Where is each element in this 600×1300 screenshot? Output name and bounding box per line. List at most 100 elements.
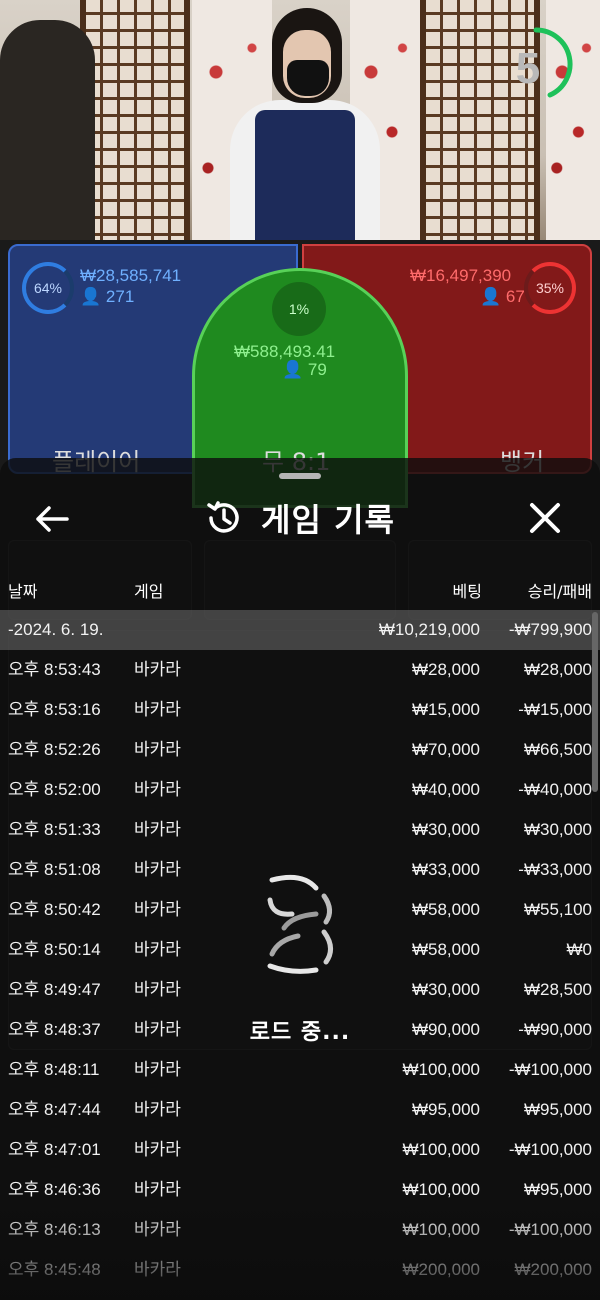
player-count-value: 271 <box>105 287 135 306</box>
row-result: ₩200,000 <box>514 1260 593 1279</box>
column-header-result[interactable]: 승리/패배 <box>490 578 592 602</box>
row-game: 바카라 <box>134 940 181 959</box>
dealer-mask <box>287 60 329 96</box>
row-bet: ₩95,000 <box>411 1100 480 1119</box>
banker-count-value: 67 <box>505 287 525 306</box>
history-row[interactable]: 오후 8:51:33 바카라 ₩30,000 ₩30,000 <box>0 810 600 850</box>
sheet-drag-handle[interactable] <box>279 473 321 479</box>
row-time: 오후 8:53:43 <box>8 660 101 679</box>
history-row[interactable]: 오후 8:47:44 바카라 ₩95,000 ₩95,000 <box>0 1090 600 1130</box>
history-row[interactable]: 오후 8:46:36 바카라 ₩100,000 ₩95,000 <box>0 1170 600 1210</box>
banker-total-bet: ₩16,497,390 <box>410 266 512 285</box>
row-time: 오후 8:48:11 <box>8 1060 100 1079</box>
history-row[interactable]: 오후 8:45:48 바카라 ₩200,000 ₩200,000 <box>0 1250 600 1290</box>
row-game: 바카라 <box>134 980 181 999</box>
player-count: 👤 271 <box>80 287 134 307</box>
banker-percent: 35% <box>524 262 576 314</box>
lattice-screen <box>80 0 190 250</box>
row-game: 바카라 <box>134 900 181 919</box>
row-time: 오후 8:50:42 <box>8 900 101 919</box>
row-result: -₩33,000 <box>518 860 592 879</box>
row-game: 바카라 <box>134 660 181 679</box>
row-game: 바카라 <box>134 1060 181 1079</box>
countdown-timer: 5 <box>515 44 541 93</box>
history-row[interactable]: 오후 8:53:16 바카라 ₩15,000 -₩15,000 <box>0 690 600 730</box>
row-game: 바카라 <box>134 1260 181 1279</box>
history-row[interactable]: 오후 8:48:11 바카라 ₩100,000 -₩100,000 <box>0 1050 600 1090</box>
row-bet: ₩40,000 <box>411 780 480 799</box>
panel-title: 게임 기록 <box>261 501 395 539</box>
loading-text: 로드 중... <box>249 1020 351 1045</box>
row-time: 오후 8:45:48 <box>8 1260 101 1279</box>
row-result: -₩40,000 <box>518 780 592 799</box>
group-bet-total: ₩10,219,000 <box>378 620 480 639</box>
column-header-game[interactable]: 게임 <box>134 578 163 602</box>
column-header-bet[interactable]: 베팅 <box>410 578 482 602</box>
person-icon: 👤 <box>80 287 102 306</box>
row-time: 오후 8:49:47 <box>8 980 101 999</box>
row-game: 바카라 <box>134 860 181 879</box>
bystander-figure <box>0 20 95 250</box>
row-result: ₩28,000 <box>523 660 592 679</box>
row-time: 오후 8:51:33 <box>8 820 101 839</box>
row-bet: ₩70,000 <box>411 740 480 759</box>
row-result: -₩15,000 <box>518 700 592 719</box>
row-result: ₩95,000 <box>523 1180 592 1199</box>
row-bet: ₩30,000 <box>411 980 480 999</box>
row-result: -₩100,000 <box>508 1060 592 1079</box>
row-result: -₩100,000 <box>508 1220 592 1239</box>
dealer-vest <box>255 110 355 260</box>
history-row[interactable]: 오후 8:47:01 바카라 ₩100,000 -₩100,000 <box>0 1130 600 1170</box>
banker-count: 👤 67 <box>480 287 525 307</box>
date-group-row[interactable]: -2024. 6. 19. ₩10,219,000 -₩799,900 <box>0 610 600 650</box>
row-bet: ₩100,000 <box>402 1060 481 1079</box>
person-icon: 👤 <box>282 360 304 379</box>
row-time: 오후 8:50:14 <box>8 940 101 959</box>
tie-percent: 1% <box>272 282 326 336</box>
player-total-bet: ₩28,585,741 <box>80 266 182 285</box>
close-x-icon <box>530 503 560 533</box>
row-result: ₩0 <box>566 940 593 959</box>
person-icon: 👤 <box>480 287 502 306</box>
row-time: 오후 8:46:36 <box>8 1180 101 1199</box>
player-percent: 64% <box>22 262 74 314</box>
row-time: 오후 8:52:00 <box>8 780 101 799</box>
row-time: 오후 8:52:26 <box>8 740 101 759</box>
row-result: ₩95,000 <box>523 1100 592 1119</box>
history-clock-icon <box>207 501 239 533</box>
row-bet: ₩100,000 <box>402 1220 481 1239</box>
panel-header: 게임 기록 <box>0 494 600 542</box>
row-time: 오후 8:53:16 <box>8 700 101 719</box>
row-game: 바카라 <box>134 700 181 719</box>
row-game: 바카라 <box>134 1140 181 1159</box>
row-game: 바카라 <box>134 740 181 759</box>
row-result: -₩100,000 <box>508 1140 592 1159</box>
history-row[interactable]: 오후 8:52:00 바카라 ₩40,000 -₩40,000 <box>0 770 600 810</box>
group-result-total: -₩799,900 <box>508 620 592 639</box>
tie-total-bet: ₩588,493.41 <box>234 342 336 361</box>
row-bet: ₩30,000 <box>411 820 480 839</box>
row-game: 바카라 <box>134 1180 181 1199</box>
loading-spinner-icon <box>267 874 333 974</box>
tie-count-value: 79 <box>307 360 327 379</box>
row-result: ₩66,500 <box>523 740 592 759</box>
row-bet: ₩15,000 <box>411 700 480 719</box>
row-time: 오후 8:51:08 <box>8 860 101 879</box>
row-time: 오후 8:46:13 <box>8 1220 101 1239</box>
column-header-date[interactable]: 날짜 <box>8 578 37 602</box>
row-bet: ₩100,000 <box>402 1180 481 1199</box>
row-bet: ₩33,000 <box>411 860 480 879</box>
history-row[interactable]: 오후 8:46:13 바카라 ₩100,000 -₩100,000 <box>0 1210 600 1250</box>
row-time: 오후 8:47:44 <box>8 1100 101 1119</box>
row-result: ₩55,100 <box>523 900 592 919</box>
close-button[interactable] <box>520 494 570 542</box>
history-row[interactable]: 오후 8:52:26 바카라 ₩70,000 ₩66,500 <box>0 730 600 770</box>
row-bet: ₩28,000 <box>411 660 480 679</box>
row-bet: ₩58,000 <box>411 940 480 959</box>
tie-count: 👤 79 <box>282 360 327 380</box>
history-scrollbar[interactable] <box>592 612 598 792</box>
row-game: 바카라 <box>134 1220 181 1239</box>
row-bet: ₩58,000 <box>411 900 480 919</box>
history-row[interactable]: 오후 8:53:43 바카라 ₩28,000 ₩28,000 <box>0 650 600 690</box>
history-row[interactable]: 오후 8:49:47 바카라 ₩30,000 ₩28,500 <box>0 970 600 1010</box>
